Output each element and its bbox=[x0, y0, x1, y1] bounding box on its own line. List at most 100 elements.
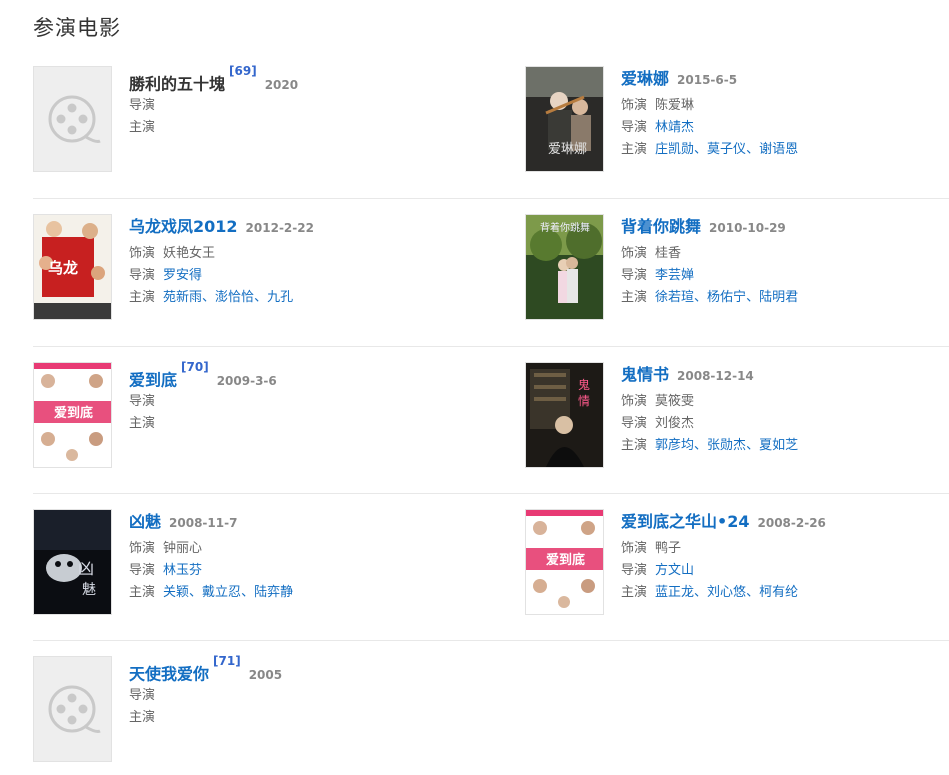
film-placeholder-icon[interactable] bbox=[33, 66, 112, 172]
film-poster[interactable]: 背着你跳舞 bbox=[525, 214, 604, 320]
director-row-name[interactable]: 林靖杰 bbox=[655, 120, 694, 135]
cast-row-name[interactable]: 关颖 bbox=[163, 585, 189, 600]
cast-row-label: 主演 bbox=[129, 710, 156, 725]
director-row: 导演 方文山 bbox=[621, 563, 945, 579]
cast-row-name[interactable]: 庄凯勋 bbox=[655, 142, 694, 157]
director-row-label: 导演 bbox=[621, 563, 648, 578]
director-row-name[interactable]: 林玉芬 bbox=[163, 563, 202, 578]
director-row-name[interactable]: 罗安得 bbox=[163, 268, 202, 283]
cast-row-name[interactable]: 陆弈静 bbox=[254, 585, 293, 600]
film-card: 爱到底 爱到底 [70] 2009-3-6 导演主演 bbox=[33, 360, 453, 470]
cast-row-name[interactable]: 夏如芝 bbox=[759, 438, 798, 453]
film-card: 背着你跳舞 背着你跳舞 2010-10-29 饰演 桂香 导演 李芸婵 主演 徐若瑄、杨佑宁、陆… bbox=[525, 214, 945, 322]
film-card: 爱到底 爱到底之华山•24 2008-2-26 饰演 鸭子 导演 方文山 主演 蓝正龙、刘心悠… bbox=[525, 509, 945, 617]
release-date: 2005 bbox=[248, 668, 283, 683]
film-title-link[interactable]: 爱琳娜 bbox=[621, 69, 669, 88]
film-poster[interactable]: 爱到底 bbox=[525, 509, 604, 615]
film-poster[interactable]: 爱到底 bbox=[33, 362, 112, 468]
svg-text:乌龙: 乌龙 bbox=[48, 259, 78, 277]
film-title-link[interactable]: 鬼情书 bbox=[621, 365, 669, 384]
role-row-label: 饰演 bbox=[621, 98, 648, 113]
cast-row: 主演 苑新雨、澎恰恰、九孔 bbox=[129, 290, 294, 305]
citation-link[interactable]: [70] bbox=[181, 360, 209, 374]
cast-row-name[interactable]: 刘心悠 bbox=[707, 585, 746, 600]
director-row-label: 导演 bbox=[621, 120, 648, 135]
film-title-link[interactable]: 勝利的五十塊 bbox=[129, 74, 225, 93]
role-row-name: 莫筱雯 bbox=[655, 394, 695, 409]
cast-row-name[interactable]: 戴立忍 bbox=[202, 585, 241, 600]
cast-row: 主演 bbox=[129, 710, 453, 726]
release-date: 2012-2-22 bbox=[245, 221, 314, 235]
cast-row-label: 主演 bbox=[621, 585, 648, 600]
cast-row-name[interactable]: 陆明君 bbox=[759, 290, 798, 305]
film-placeholder-icon[interactable] bbox=[33, 656, 112, 762]
svg-text:情: 情 bbox=[578, 394, 590, 408]
film-card: 天使我爱你 [71] 2005 导演 主演 bbox=[33, 654, 453, 764]
director-row-label: 导演 bbox=[621, 268, 648, 283]
cast-row: 主演 bbox=[129, 416, 453, 432]
film-card: 勝利的五十塊 [69] 2020 导演 主演 bbox=[33, 64, 453, 174]
director-row: 导演 罗安得 bbox=[129, 268, 453, 284]
svg-text:爱琳娜: 爱琳娜 bbox=[548, 142, 587, 157]
svg-text:爱到底: 爱到底 bbox=[54, 405, 93, 421]
svg-text:爱到底: 爱到底 bbox=[546, 552, 585, 568]
row-divider bbox=[33, 198, 949, 199]
role-row: 饰演 陈爱琳 bbox=[621, 98, 945, 114]
film-card: 爱琳娜 爱琳娜 2015-6-5 饰演 陈爱琳 导演 林靖杰 主演 庄凯勋、莫子仪、谢语恩 bbox=[525, 66, 945, 174]
director-row: 导演 林靖杰 bbox=[621, 120, 945, 136]
row-divider bbox=[33, 346, 949, 347]
cast-row-label: 主演 bbox=[621, 438, 648, 453]
film-card: 凶 魅凶魅 2008-11-7 饰演 钟丽心 导演 林玉芬 主演 关颖、戴立忍、陆弈静 bbox=[33, 509, 453, 617]
film-title-link[interactable]: 天使我爱你 bbox=[129, 664, 209, 683]
section-heading: 参演电影 bbox=[33, 16, 121, 40]
release-date: 2010-10-29 bbox=[709, 221, 786, 235]
role-row-label: 饰演 bbox=[621, 246, 648, 261]
cast-row-name[interactable]: 张勋杰 bbox=[707, 438, 746, 453]
cast-row-name[interactable]: 郭彦均 bbox=[655, 438, 694, 453]
cast-row-name[interactable]: 莫子仪 bbox=[707, 142, 746, 157]
film-title-link[interactable]: 爱到底之华山•24 bbox=[621, 512, 750, 531]
film-poster[interactable]: 凶 魅 bbox=[33, 509, 112, 615]
cast-row-name[interactable]: 蓝正龙 bbox=[655, 585, 694, 600]
role-row-name: 桂香 bbox=[655, 246, 682, 261]
cast-row-label: 主演 bbox=[129, 120, 156, 135]
cast-row-name[interactable]: 苑新雨 bbox=[163, 290, 202, 305]
film-title-link[interactable]: 乌龙戏凤2012 bbox=[129, 217, 238, 236]
director-row-name[interactable]: 方文山 bbox=[655, 563, 694, 578]
citation-link[interactable]: [71] bbox=[213, 654, 241, 668]
director-row: 导演 bbox=[129, 98, 453, 114]
cast-row-name[interactable]: 徐若瑄 bbox=[655, 290, 694, 305]
director-row: 导演 bbox=[129, 394, 453, 410]
film-card: 鬼 情鬼情书 2008-12-14 饰演 莫筱雯 导演 刘俊杰 主演 郭彦均、张勋杰、夏如芝 bbox=[525, 362, 945, 470]
role-row-name: 妖艳女王 bbox=[163, 246, 216, 261]
director-row-label: 导演 bbox=[129, 563, 156, 578]
director-row: 导演 李芸婵 bbox=[621, 268, 945, 284]
cast-row: 主演 蓝正龙、刘心悠、柯有纶 bbox=[621, 585, 799, 600]
film-poster[interactable]: 乌龙 bbox=[33, 214, 112, 320]
cast-row-name[interactable]: 九孔 bbox=[267, 290, 293, 305]
film-title-link[interactable]: 背着你跳舞 bbox=[621, 217, 701, 236]
cast-row: 主演 郭彦均、张勋杰、夏如芝 bbox=[621, 438, 799, 453]
cast-row: 主演 庄凯勋、莫子仪、谢语恩 bbox=[621, 142, 799, 157]
cast-row-name[interactable]: 澎恰恰 bbox=[215, 290, 254, 305]
release-date: 2009-3-6 bbox=[216, 374, 277, 389]
director-row-label: 导演 bbox=[129, 268, 156, 283]
film-title-link[interactable]: 凶魅 bbox=[129, 512, 161, 531]
role-row-label: 饰演 bbox=[621, 394, 648, 409]
cast-row: 主演 bbox=[129, 120, 453, 136]
citation-link[interactable]: [69] bbox=[229, 64, 257, 78]
cast-row-name[interactable]: 柯有纶 bbox=[759, 585, 798, 600]
director-row: 导演 刘俊杰 bbox=[621, 416, 945, 432]
role-row: 饰演 莫筱雯 bbox=[621, 394, 945, 410]
film-poster[interactable]: 爱琳娜 bbox=[525, 66, 604, 172]
cast-row-name[interactable]: 谢语恩 bbox=[759, 142, 798, 157]
film-title-link[interactable]: 爱到底 bbox=[129, 370, 177, 389]
film-poster[interactable]: 鬼 情 bbox=[525, 362, 604, 468]
svg-text:鬼: 鬼 bbox=[578, 377, 590, 392]
director-row-label: 导演 bbox=[129, 394, 156, 409]
row-divider bbox=[33, 640, 949, 641]
cast-row-name[interactable]: 杨佑宁 bbox=[707, 290, 746, 305]
director-row-name[interactable]: 李芸婵 bbox=[655, 268, 694, 283]
cast-row-label: 主演 bbox=[129, 290, 156, 305]
director-row-label: 导演 bbox=[129, 98, 156, 113]
